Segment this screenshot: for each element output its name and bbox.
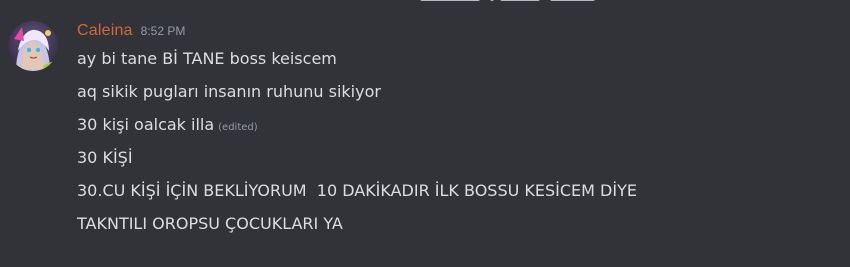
message-text: TAKNTILI OROPSU ÇOCUKLARI YA [77,214,343,233]
message-line: aq sikik pugları insanın ruhunu sikiyor [77,80,637,113]
message-text: ay bi tane Bİ TANE boss keiscem [77,49,337,68]
avatar[interactable] [8,21,58,71]
message-lines: ay bi tane Bİ TANE boss keiscem aq sikik… [77,47,637,245]
message-header: Caleina 8:52 PM [77,22,185,44]
author-name[interactable]: Caleina [77,22,133,40]
message-text: 30.CU KİŞİ İÇİN BEKLİYORUM 10 DAKİKADIR … [77,181,637,200]
edited-label: (edited) [218,122,258,133]
message-text: aq sikik pugları insanın ruhunu sikiyor [77,82,381,101]
message-group: Caleina 8:52 PM ay bi tane Bİ TANE boss … [0,0,850,267]
message-line: 30 KİŞİ [77,146,637,179]
message-text: 30 KİŞİ [77,148,133,167]
message-line: 30.CU KİŞİ İÇİN BEKLİYORUM 10 DAKİKADIR … [77,179,637,212]
avatar-image-icon [8,21,58,71]
message-line: TAKNTILI OROPSU ÇOCUKLARI YA [77,212,637,245]
message-timestamp[interactable]: 8:52 PM [141,24,186,38]
message-text: 30 kişi oalcak illa [77,115,215,134]
message-line: ay bi tane Bİ TANE boss keiscem [77,47,637,80]
message-line: 30 kişi oalcak illa (edited) [77,113,637,146]
